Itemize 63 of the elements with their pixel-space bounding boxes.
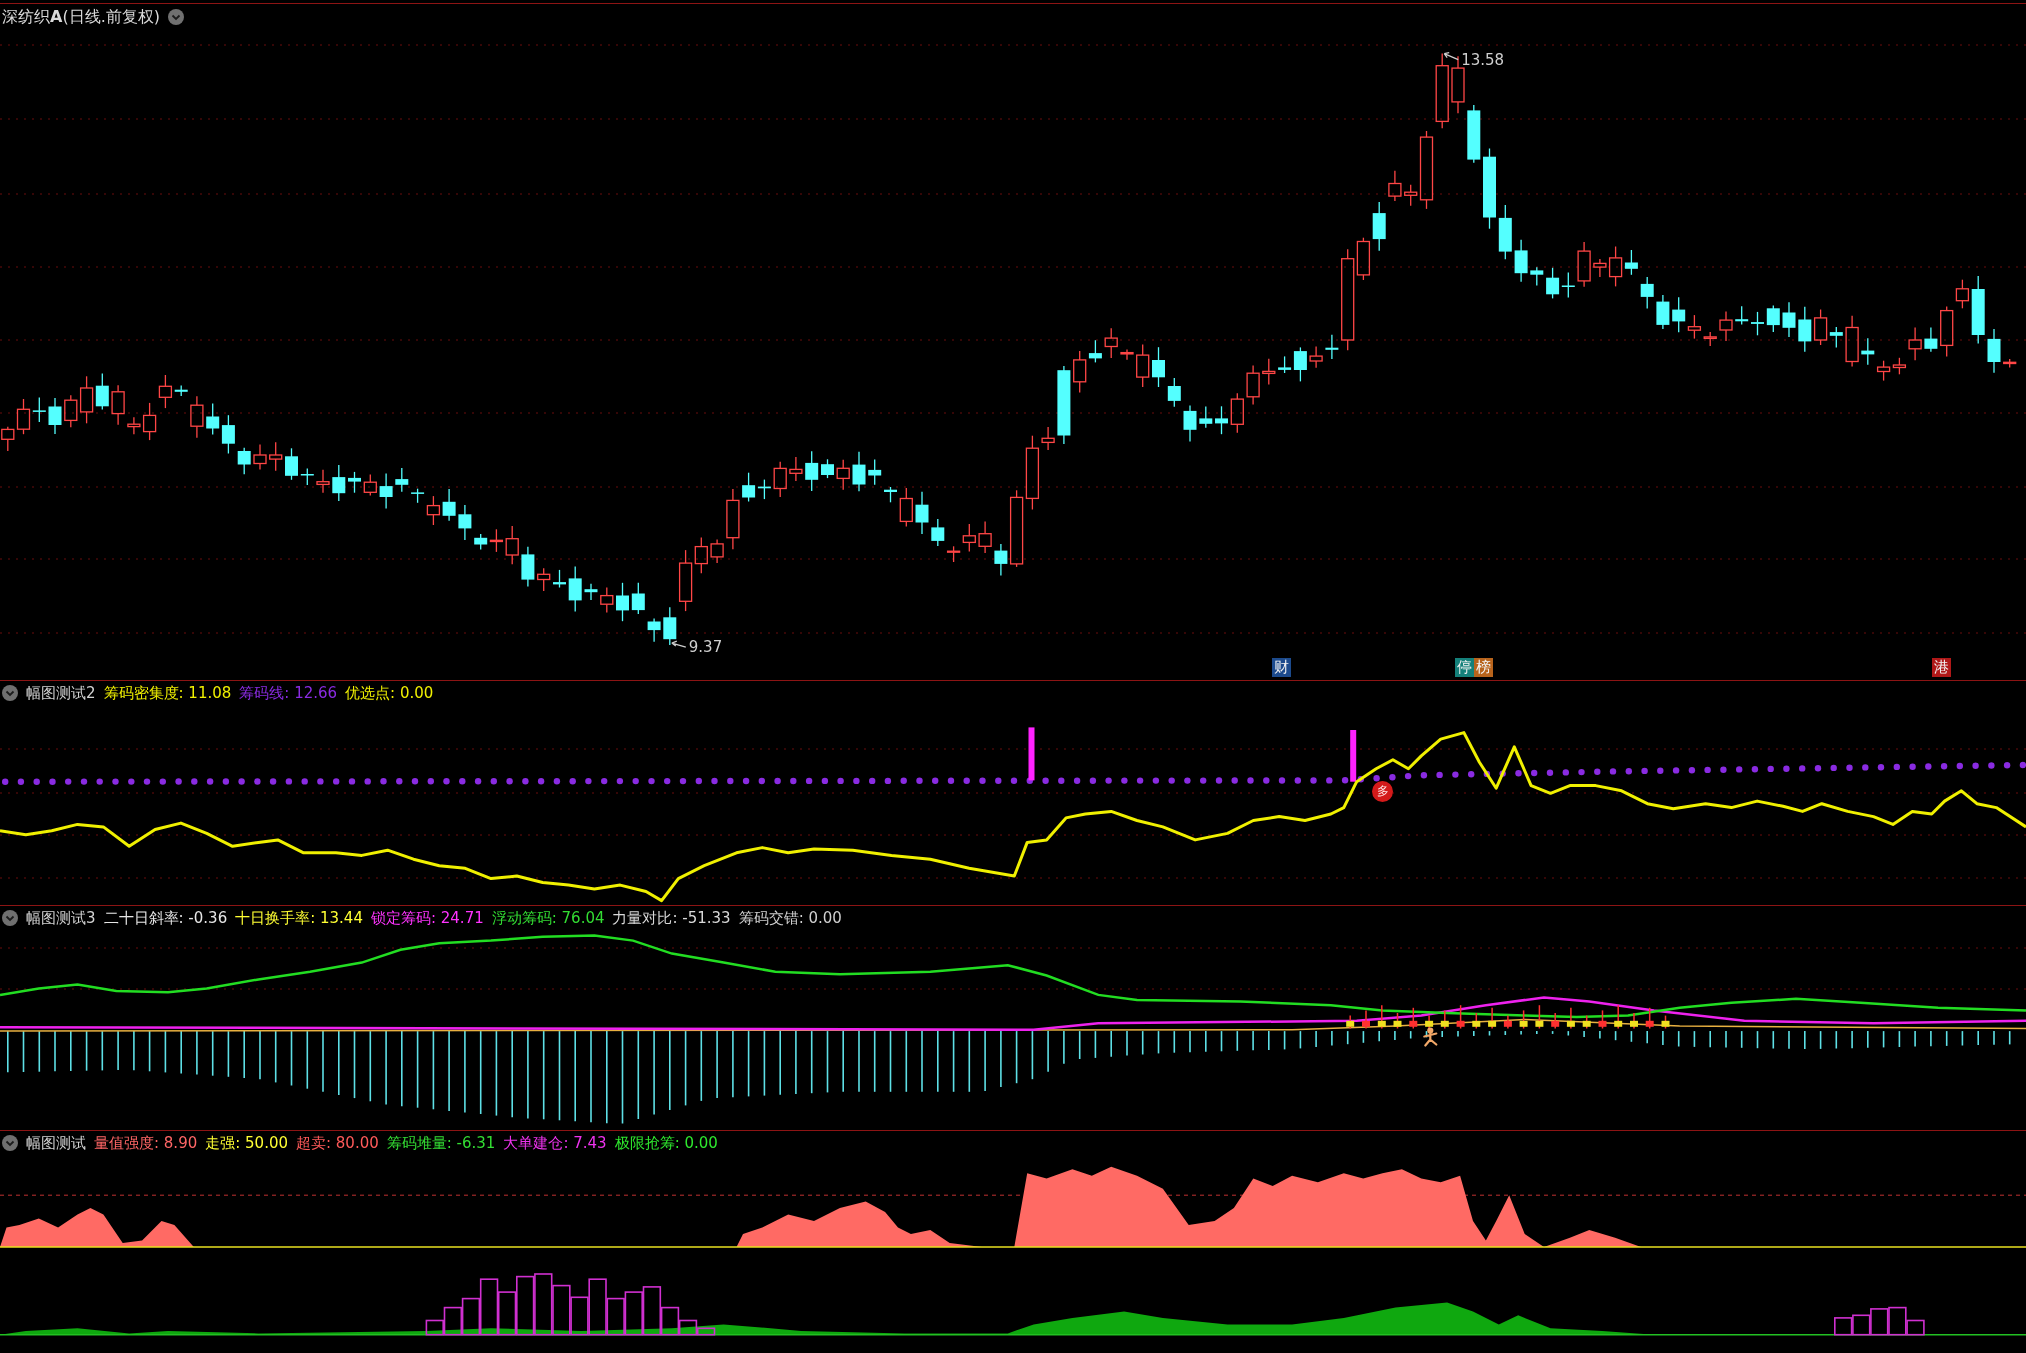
indicator-value: 十日换手率: 13.44 — [235, 908, 363, 928]
cross-bar — [1362, 1009, 1370, 1030]
cross-bar — [1488, 1007, 1497, 1030]
accumulation-bar — [497, 1291, 517, 1336]
panel-name: 幅图测试2 — [26, 683, 96, 703]
cross-bar — [1440, 1009, 1449, 1030]
cross-bar — [1566, 1007, 1575, 1030]
dropdown-icon[interactable] — [2, 910, 18, 926]
low-price-label: 9.37 — [688, 638, 723, 657]
cross-bar — [1582, 1014, 1591, 1030]
event-tag[interactable]: 停 — [1455, 658, 1474, 677]
cross-bar — [1393, 1012, 1402, 1030]
cross-bar — [1519, 1009, 1528, 1030]
event-tag[interactable]: 榜 — [1474, 658, 1493, 677]
dropdown-icon[interactable] — [167, 9, 184, 25]
accumulation-bar — [552, 1284, 571, 1336]
indicator-value: 筹码线: 12.66 — [239, 683, 338, 703]
price-leader-line — [671, 640, 687, 648]
cross-bar — [1346, 1014, 1355, 1030]
indicator-value: 大单建仓: 7.43 — [503, 1133, 607, 1153]
cross-bar — [1535, 1004, 1544, 1030]
high-price-label: 13.58 — [1461, 50, 1505, 69]
cross-bar — [1630, 1012, 1638, 1030]
accumulation-bar — [516, 1275, 535, 1336]
cross-bar — [1661, 1014, 1670, 1030]
indicator-value: 优选点: 0.00 — [345, 683, 434, 703]
cross-bar — [1377, 1004, 1386, 1030]
cross-bar — [1598, 1009, 1607, 1030]
indicator-value: 量值强度: 8.90 — [94, 1133, 198, 1153]
cross-bar — [1503, 1014, 1512, 1030]
indicator-value: 筹码交错: 0.00 — [738, 908, 842, 928]
accumulation-bar — [534, 1273, 553, 1336]
signal-bar — [1028, 727, 1035, 781]
panel-name: 幅图测试 — [26, 1133, 86, 1153]
accumulation-bar — [624, 1291, 643, 1336]
cross-bar — [1472, 1012, 1481, 1030]
accumulation-bar — [1852, 1314, 1871, 1336]
cross-bar — [1456, 1004, 1465, 1030]
indicator-value: 走强: 50.00 — [205, 1133, 288, 1153]
indicator-value: 二十日斜率: -0.36 — [103, 908, 228, 928]
indicator-value: 锁定筹码: 24.71 — [370, 908, 484, 928]
price-leader-line — [1443, 52, 1459, 61]
indicator-value: 超卖: 80.00 — [296, 1133, 379, 1153]
person-icon — [1423, 1027, 1438, 1047]
event-tag[interactable]: 港 — [1932, 658, 1951, 677]
dropdown-icon[interactable] — [2, 685, 18, 701]
cross-bar — [1645, 1007, 1654, 1030]
signal-bar — [1350, 730, 1357, 782]
cross-bar — [1409, 1007, 1418, 1030]
event-tag[interactable]: 财 — [1272, 658, 1291, 677]
indicator-value: 浮动筹码: 76.04 — [491, 908, 605, 928]
signal-badge: 多 — [1372, 781, 1393, 802]
chart-title: 深纺织A(日线.前复权) — [2, 6, 160, 28]
indicator-value: 力量对比: -51.33 — [612, 908, 731, 928]
indicator-value: 极限抢筹: 0.00 — [614, 1133, 718, 1153]
indicator-value: 筹码堆量: -6.31 — [386, 1133, 496, 1153]
indicator-value: 筹码密集度: 11.08 — [103, 683, 232, 703]
accumulation-bar — [1834, 1317, 1853, 1336]
cross-bar — [1614, 1004, 1623, 1030]
cross-bar — [1551, 1012, 1560, 1030]
accumulation-bar — [1870, 1308, 1889, 1336]
panel-name: 幅图测试3 — [26, 908, 96, 928]
dropdown-icon[interactable] — [2, 1135, 18, 1151]
